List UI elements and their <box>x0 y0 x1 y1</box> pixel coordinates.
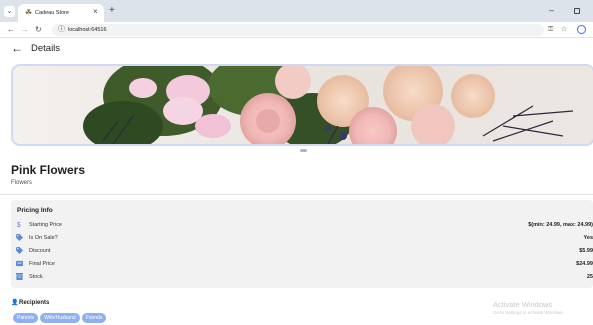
browser-tab-strip: ⌄ ☘ Cadeau Store × + – <box>0 0 593 22</box>
new-tab-button[interactable]: + <box>109 5 115 16</box>
watermark-subtitle: Go to Settings to activate Windows. <box>493 310 565 315</box>
recipient-chips: Parents Wife/Husband Friends <box>13 313 108 323</box>
price-row-label: Starting Price <box>29 222 63 228</box>
activate-windows-watermark: Activate Windows Go to Settings to activ… <box>493 300 564 316</box>
browser-tab[interactable]: ☘ Cadeau Store × <box>18 4 104 22</box>
pricing-title: Pricing Info <box>17 207 53 214</box>
product-image-carousel[interactable] <box>11 64 593 146</box>
product-image <box>13 66 593 144</box>
address-bar: ← → ↻ ⓘ localhost:64516 ⚿ ☆ <box>0 22 593 38</box>
svg-text:$: $ <box>17 222 21 228</box>
price-row-value: $24.99 <box>576 261 593 267</box>
url-field[interactable]: ⓘ localhost:64516 <box>52 24 544 36</box>
pricing-info-card: Pricing Info $ Starting Price $(min: 24.… <box>11 200 593 288</box>
reload-icon[interactable]: ↻ <box>35 24 42 35</box>
price-row-label: Is On Sale? <box>29 235 58 241</box>
price-row-value: 25 <box>586 274 593 280</box>
tag-icon <box>16 234 23 241</box>
price-row-discount: Discount $5.99 <box>11 246 593 256</box>
warehouse-icon <box>16 273 23 280</box>
chip-friends[interactable]: Friends <box>81 313 107 323</box>
bookmark-star-icon[interactable]: ☆ <box>561 24 567 35</box>
price-row-final-price: Final Price $24.99 <box>11 259 593 269</box>
tab-close-icon[interactable]: × <box>93 7 98 17</box>
carousel-indicator[interactable] <box>300 149 307 152</box>
forward-nav-icon[interactable]: → <box>21 24 29 35</box>
watermark-title: Activate Windows <box>493 300 553 309</box>
tag-icon <box>16 247 23 254</box>
recipients-title: Recipients <box>19 300 50 306</box>
price-row-label: Stock <box>29 274 43 280</box>
page-header: ← Details <box>0 38 593 60</box>
url-text: localhost:64516 <box>68 27 107 33</box>
price-row-label: Discount <box>29 248 51 254</box>
divider <box>0 194 593 195</box>
password-key-icon[interactable]: ⚿ <box>548 24 553 35</box>
back-nav-icon[interactable]: ← <box>7 24 15 35</box>
chip-wife-husband[interactable]: Wife/Husband <box>40 313 80 323</box>
window-restore-button[interactable] <box>574 8 580 14</box>
price-row-stock: Stock 25 <box>11 272 593 282</box>
price-row-value: $(min: 24.99, max: 24.99) <box>528 222 593 228</box>
receipt-icon <box>16 260 23 267</box>
product-category: Flowers <box>11 180 33 186</box>
person-icon: 👤 <box>11 300 19 306</box>
arrow-left-icon[interactable]: ← <box>11 41 23 55</box>
dollar-icon: $ <box>17 222 21 228</box>
price-row-label: Final Price <box>29 261 55 267</box>
chip-parents[interactable]: Parents <box>13 313 39 323</box>
page-title: Details <box>31 43 61 54</box>
product-name: Pink Flowers <box>11 163 86 177</box>
tab-title: Cadeau Store <box>35 10 69 16</box>
window-minimize-button[interactable]: – <box>549 5 554 16</box>
store-favicon-icon: ☘ <box>25 8 33 17</box>
recipients-heading: 👤Recipients <box>11 299 49 307</box>
site-info-icon[interactable]: ⓘ <box>58 25 65 35</box>
profile-avatar[interactable] <box>577 25 586 34</box>
price-row-value: $5.99 <box>579 248 593 254</box>
price-row-value: Yes <box>583 235 593 241</box>
price-row-starting-price: $ Starting Price $(min: 24.99, max: 24.9… <box>11 220 593 230</box>
tab-search-chevron-icon[interactable]: ⌄ <box>4 6 15 17</box>
price-row-on-sale: Is On Sale? Yes <box>11 233 593 243</box>
